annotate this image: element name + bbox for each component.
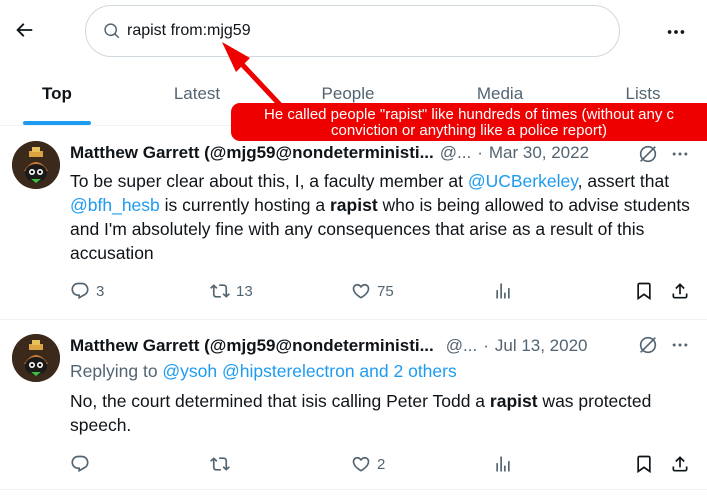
highlighted-term: rapist — [489, 391, 538, 411]
text-segment: , assert that — [577, 171, 670, 191]
tab-top[interactable]: Top — [0, 62, 114, 126]
retweet-button[interactable]: 13 — [210, 277, 253, 305]
tweet-more-button[interactable] — [668, 142, 692, 166]
annotation-banner: He called people "rapist" like hundreds … — [231, 103, 707, 141]
separator-dot: · — [477, 143, 483, 162]
like-button[interactable]: 75 — [351, 277, 394, 305]
like-count: 2 — [377, 455, 386, 473]
retweet-icon — [210, 284, 230, 298]
tab-label: Media — [476, 84, 524, 103]
author-name[interactable]: Matthew Garrett (@mjg59@nondeterministi.… — [70, 336, 434, 356]
author-handle[interactable]: @... — [446, 336, 477, 356]
annotation-line-1: He called people "rapist" like hundreds … — [263, 106, 675, 123]
reply-icon — [71, 455, 89, 473]
active-tab-indicator — [23, 121, 91, 125]
replying-to-link[interactable]: @ysoh @hipsterelectron and 2 others — [162, 361, 456, 381]
author-name[interactable]: Matthew Garrett (@mjg59@nondeterministi.… — [70, 143, 434, 163]
share-button[interactable] — [670, 450, 690, 478]
author-handle[interactable]: @... — [440, 143, 471, 163]
reply-count: 3 — [96, 282, 105, 300]
views-button[interactable] — [493, 277, 513, 305]
grok-icon[interactable] — [636, 333, 660, 357]
like-icon — [352, 283, 370, 299]
tweet-header: Matthew Garrett (@mjg59@nondeterministi.… — [70, 142, 589, 164]
more-options-button[interactable] — [662, 18, 690, 46]
like-icon — [352, 456, 370, 472]
search-box[interactable] — [85, 5, 620, 57]
separator-dot: · — [483, 336, 489, 355]
text-segment: No, the court determined that isis calli… — [70, 391, 490, 411]
annotation-line-2: conviction or anything like a police rep… — [331, 122, 607, 139]
mention-link[interactable]: @UCBerkeley — [468, 171, 578, 191]
search-icon — [103, 21, 123, 41]
tab-label: People — [321, 84, 375, 103]
retweet-count: 13 — [236, 282, 253, 300]
replying-to: Replying to @ysoh @hipsterelectron and 2… — [70, 361, 457, 382]
bookmark-icon — [637, 455, 651, 474]
reply-button[interactable] — [70, 450, 96, 478]
tab-label: Latest — [173, 84, 221, 103]
replying-prefix: Replying to — [70, 361, 163, 381]
back-arrow-icon — [16, 23, 33, 37]
tweet[interactable]: Matthew Garrett (@mjg59@nondeterministi.… — [0, 320, 707, 490]
text-segment: is currently hosting a — [159, 195, 330, 215]
mention-link[interactable]: @bfh_hesb — [70, 195, 160, 215]
views-icon — [496, 283, 510, 299]
tweet[interactable]: Matthew Garrett (@mjg59@nondeterministi.… — [0, 127, 707, 320]
share-icon — [672, 283, 688, 299]
highlighted-term: rapist — [330, 195, 378, 215]
views-icon — [496, 456, 510, 472]
retweet-icon — [210, 457, 230, 471]
bookmark-icon — [637, 282, 651, 301]
bookmark-button[interactable] — [634, 450, 654, 478]
grok-icon[interactable] — [636, 142, 660, 166]
avatar[interactable] — [12, 141, 60, 189]
search-input[interactable] — [127, 22, 527, 40]
tweet-text: To be super clear about this, I, a facul… — [70, 169, 690, 265]
more-icon — [667, 30, 685, 34]
text-segment: To be super clear about this, I, a facul… — [70, 171, 468, 191]
tab-label: Top — [42, 84, 72, 103]
tweet-actions: 3 13 75 — [70, 277, 695, 305]
tweet-date[interactable]: Jul 13, 2020 — [495, 336, 588, 356]
views-button[interactable] — [493, 450, 513, 478]
like-count: 75 — [377, 282, 394, 300]
top-bar — [0, 0, 707, 62]
more-icon — [672, 152, 688, 156]
reply-button[interactable]: 3 — [70, 277, 104, 305]
tweet-more-button[interactable] — [668, 333, 692, 357]
avatar[interactable] — [12, 334, 60, 382]
reply-icon — [71, 282, 89, 300]
retweet-button[interactable] — [210, 450, 236, 478]
bookmark-button[interactable] — [634, 277, 654, 305]
tweet-date[interactable]: Mar 30, 2022 — [489, 143, 589, 163]
tab-label: Lists — [625, 84, 661, 103]
tweet-actions: 2 — [70, 450, 695, 478]
tweet-text: No, the court determined that isis calli… — [70, 389, 690, 437]
back-button[interactable] — [10, 16, 38, 44]
share-button[interactable] — [670, 277, 690, 305]
tweet-header: Matthew Garrett (@mjg59@nondeterministi.… — [70, 335, 588, 357]
more-icon — [672, 343, 688, 347]
like-button[interactable]: 2 — [351, 450, 385, 478]
share-icon — [672, 456, 688, 472]
